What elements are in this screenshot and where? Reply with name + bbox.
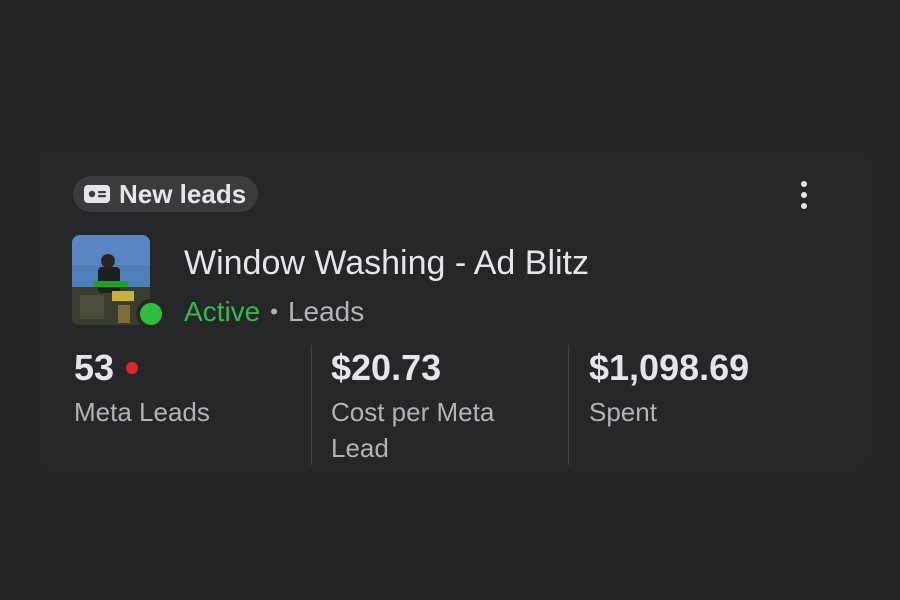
alert-dot [126, 361, 139, 374]
meta-leads-value: 53 [74, 347, 115, 388]
more-options-button[interactable] [788, 176, 820, 214]
spent-value: $1,098.69 [589, 347, 750, 388]
id-card-icon [84, 185, 110, 203]
active-status-dot [136, 299, 166, 329]
metric-cost-per-lead[interactable]: $20.73 Cost per Meta Lead [331, 348, 494, 466]
new-leads-badge: New leads [73, 176, 259, 212]
metric-divider [311, 345, 312, 465]
spent-label: Spent [589, 396, 657, 427]
metric-spent[interactable]: $1,098.69 Spent [589, 348, 749, 430]
more-vertical-icon [801, 181, 807, 187]
badge-label: New leads [119, 179, 247, 209]
campaign-title[interactable]: Window Washing - Ad Blitz [184, 244, 589, 282]
campaign-status: Active [184, 296, 261, 327]
campaign-subtitle: Active • Leads [184, 296, 365, 328]
meta-leads-label: Meta Leads [74, 396, 210, 427]
cost-per-lead-label: Cost per Meta Lead [331, 396, 495, 463]
separator-dot: • [270, 299, 278, 325]
cost-per-lead-value: $20.73 [331, 347, 442, 388]
metric-meta-leads[interactable]: 53 Meta Leads [74, 348, 210, 430]
campaign-objective: Leads [287, 296, 365, 327]
metric-divider [568, 345, 569, 465]
